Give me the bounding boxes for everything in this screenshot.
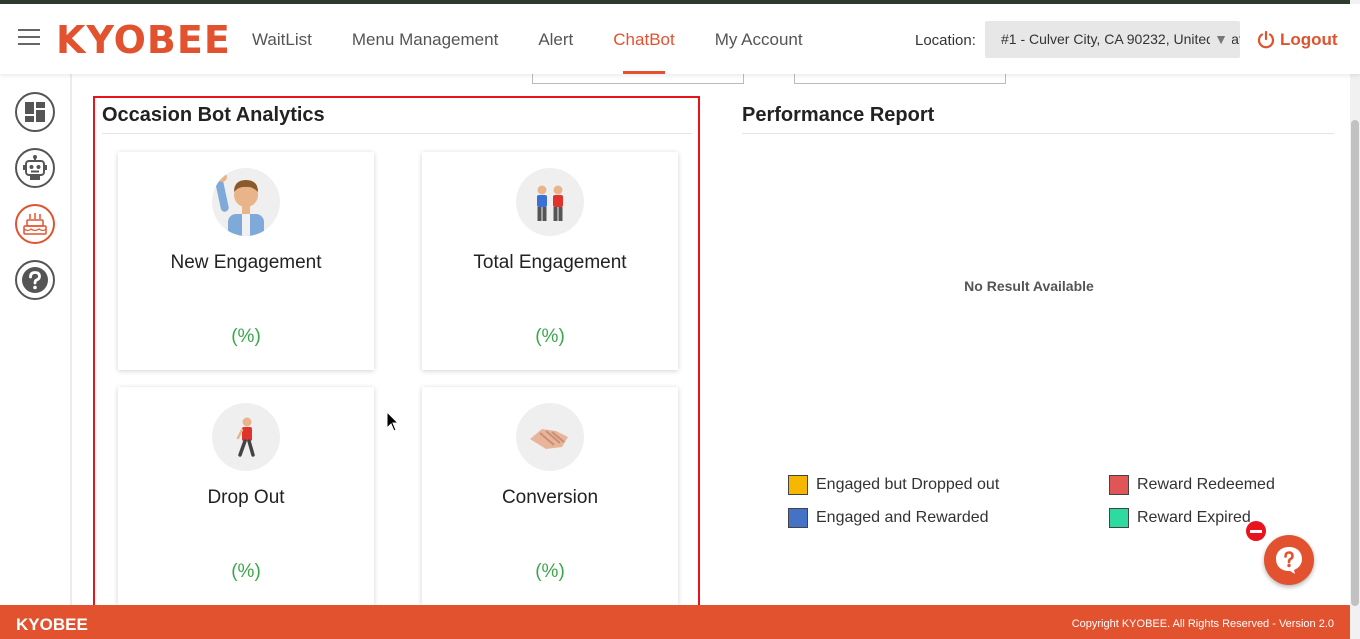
performance-report-panel: Performance Report [742,104,1334,134]
nav-waitlist[interactable]: WaitList [252,4,312,74]
main-nav: WaitList Menu Management Alert ChatBot M… [252,4,843,74]
help-chat-button[interactable] [1264,535,1314,585]
sidebar [0,74,72,605]
performance-report-title: Performance Report [742,104,1334,134]
robot-icon[interactable] [15,148,55,188]
legend-label: Engaged but Dropped out [816,476,1000,493]
app-footer: KYOBEE Copyright KYOBEE. All Rights Rese… [0,605,1350,639]
footer-brand: KYOBEE [16,615,88,634]
legend-label: Reward Expired [1137,509,1251,526]
location-value: #1 - Culver City, CA 90232, United State… [1001,31,1240,47]
legend-label: Reward Redeemed [1137,476,1275,493]
location-label: Location: [915,32,976,49]
mouse-cursor-icon [386,411,400,432]
question-icon [1276,547,1302,574]
nav-chatbot[interactable]: ChatBot [613,4,675,74]
hamburger-menu-icon[interactable] [18,29,40,45]
legend-label: Engaged and Rewarded [816,509,989,526]
legend-swatch [1109,475,1129,495]
app-header: KYOBEE WaitList Menu Management Alert Ch… [0,4,1360,74]
legend-swatch [1109,508,1129,528]
nav-my-account[interactable]: My Account [715,4,803,74]
legend-reward-redeemed: Reward Redeemed [1109,475,1275,495]
no-result-message: No Result Available [964,278,1094,294]
legend-engaged-dropped: Engaged but Dropped out [788,475,999,495]
nav-alert[interactable]: Alert [538,4,573,74]
close-help-icon[interactable] [1246,521,1266,541]
legend-reward-expired: Reward Expired [1109,508,1251,528]
legend-engaged-rewarded: Engaged and Rewarded [788,508,989,528]
power-icon [1257,30,1275,49]
legend-swatch [788,475,808,495]
chevron-down-icon: ▼ [1210,31,1232,49]
location-select[interactable]: #1 - Culver City, CA 90232, United State… [985,21,1240,58]
logout-label: Logout [1280,30,1338,49]
nav-menu-management[interactable]: Menu Management [352,4,498,74]
legend-swatch [788,508,808,528]
logout-button[interactable]: Logout [1256,30,1338,50]
sub-tab-right[interactable] [794,74,1006,84]
cake-icon[interactable] [15,204,55,244]
footer-copyright: Copyright KYOBEE. All Rights Reserved - … [1071,618,1334,630]
help-icon[interactable] [15,260,55,300]
scrollbar-thumb[interactable] [1351,120,1359,606]
page-scrollbar[interactable] [1350,0,1360,639]
annotation-highlight-box [93,96,700,621]
kyobee-logo[interactable]: KYOBEE [56,18,231,62]
dashboard-icon[interactable] [15,92,55,132]
sub-tab-left[interactable] [532,74,744,84]
